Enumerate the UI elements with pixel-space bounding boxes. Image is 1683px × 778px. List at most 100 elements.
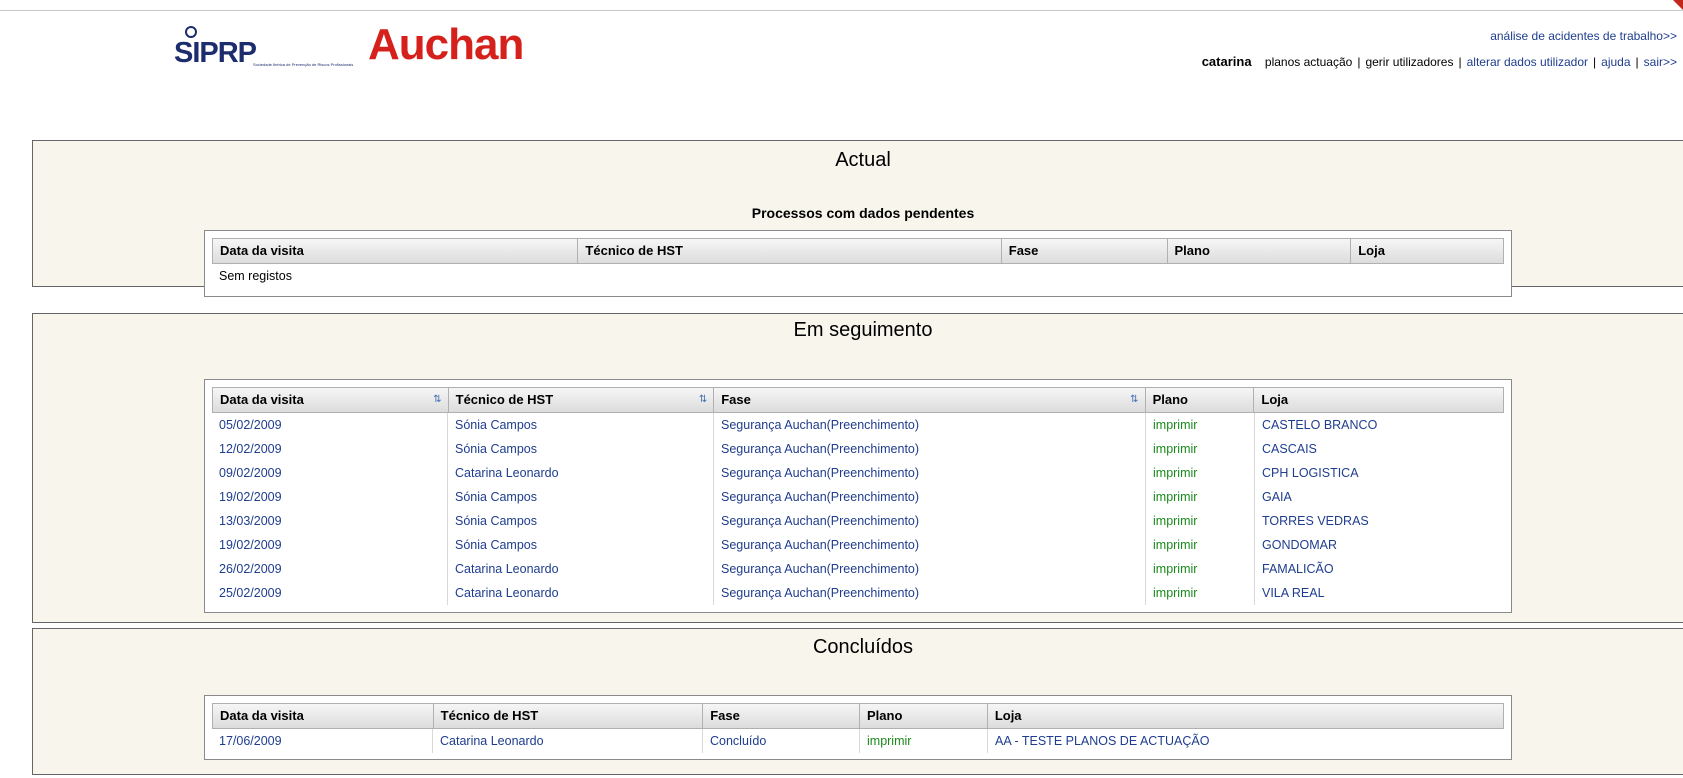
print-link[interactable]: imprimir [1146, 461, 1255, 485]
phase-link[interactable]: Segurança Auchan(Preenchimento) [714, 485, 1146, 509]
technician-link[interactable]: Sónia Campos [448, 509, 714, 533]
panel-subtitle: Processos com dados pendentes [751, 205, 975, 221]
visit-date-link[interactable]: 19/02/2009 [212, 533, 448, 557]
table-row: 13/03/2009 Sónia Campos Segurança Auchan(P… [212, 509, 1504, 533]
print-link[interactable]: imprimir [1146, 533, 1255, 557]
table-header: Data da visita Técnico de HST Fase Plano… [212, 703, 1504, 729]
table-row: 19/02/2009 Sónia Campos Segurança Auchan(P… [212, 533, 1504, 557]
seguimento-table: Data da visita ⇅ Técnico de HST ⇅ Fase ⇅ Pl… [204, 379, 1512, 613]
table-header: Data da visita ⇅ Técnico de HST ⇅ Fase ⇅ Pl… [212, 387, 1504, 413]
phase-link[interactable]: Segurança Auchan(Preenchimento) [714, 437, 1146, 461]
concluidos-table: Data da visita Técnico de HST Fase Plano… [204, 695, 1512, 760]
phase-link[interactable]: Segurança Auchan(Preenchimento) [714, 581, 1146, 605]
nav-ajuda[interactable]: ajuda [1601, 55, 1630, 69]
panel-concluidos: Concluídos Data da visita Técnico de HST… [32, 628, 1683, 775]
sort-arrows-icon[interactable]: ⇅ [433, 388, 441, 412]
technician-link[interactable]: Sónia Campos [448, 533, 714, 557]
print-link[interactable]: imprimir [1146, 413, 1255, 437]
column-header-plano: Plano [1146, 388, 1255, 412]
store-link[interactable]: FAMALICÃO [1255, 557, 1504, 581]
phase-link[interactable]: Segurança Auchan(Preenchimento) [714, 509, 1146, 533]
siprp-logo-text: SIPRP [174, 37, 257, 69]
visit-date-link[interactable]: 19/02/2009 [212, 485, 448, 509]
nav-alterar-dados[interactable]: alterar dados utilizador [1467, 55, 1588, 69]
visit-date-link[interactable]: 17/06/2009 [212, 729, 433, 753]
empty-message: Sem registos [219, 269, 292, 283]
panel-title: Em seguimento [793, 319, 933, 341]
table-row: 26/02/2009 Catarina Leonardo Segurança Auc… [212, 557, 1504, 581]
column-header-data-visita[interactable]: Data da visita ⇅ [213, 388, 449, 412]
nav-separator: | [1635, 55, 1639, 69]
phase-link[interactable]: Segurança Auchan(Preenchimento) [714, 413, 1146, 437]
print-link[interactable]: imprimir [860, 729, 988, 753]
store-link[interactable]: GONDOMAR [1255, 533, 1504, 557]
nav-planos-actuacao[interactable]: planos actuação [1265, 55, 1352, 69]
actual-table: Data da visita Técnico de HST Fase Plano… [204, 230, 1512, 297]
table-row-empty: Sem registos [212, 264, 1504, 288]
column-header-tecnico[interactable]: Técnico de HST ⇅ [449, 388, 715, 412]
nav-separator: | [1593, 55, 1597, 69]
store-link[interactable]: CASCAIS [1255, 437, 1504, 461]
column-header[interactable]: Data da visita [213, 239, 579, 263]
table-row: 05/02/2009 Sónia Campos Segurança Auchan(P… [212, 413, 1504, 437]
column-header: Plano [860, 704, 988, 728]
store-link[interactable]: CPH LOGISTICA [1255, 461, 1504, 485]
store-link[interactable]: TORRES VEDRAS [1255, 509, 1504, 533]
visit-date-link[interactable]: 09/02/2009 [212, 461, 448, 485]
nav-separator: | [1458, 55, 1462, 69]
siprp-logo: SIPRP Sociedade Ibérica de Prevenção de … [174, 22, 359, 74]
store-link[interactable]: AA - TESTE PLANOS DE ACTUAÇÃO [988, 729, 1504, 753]
column-header-fase[interactable]: Fase ⇅ [714, 388, 1146, 412]
column-header[interactable]: Fase [1002, 239, 1168, 263]
auchan-logo-text: Auchan [368, 20, 524, 69]
print-link[interactable]: imprimir [1146, 437, 1255, 461]
table-row: 09/02/2009 Catarina Leonardo Segurança Auc… [212, 461, 1504, 485]
table-row: 19/02/2009 Sónia Campos Segurança Auchan(P… [212, 485, 1504, 509]
phase-link[interactable]: Segurança Auchan(Preenchimento) [714, 557, 1146, 581]
column-header: Fase [703, 704, 860, 728]
column-header[interactable]: Loja [1351, 239, 1503, 263]
technician-link[interactable]: Catarina Leonardo [448, 581, 714, 605]
accident-analysis-link[interactable]: análise de acidentes de trabalho>> [1490, 29, 1677, 43]
technician-link[interactable]: Catarina Leonardo [433, 729, 703, 753]
visit-date-link[interactable]: 26/02/2009 [212, 557, 448, 581]
store-link[interactable]: GAIA [1255, 485, 1504, 509]
panel-title: Actual [835, 149, 891, 171]
technician-link[interactable]: Sónia Campos [448, 437, 714, 461]
auchan-logo: Auchan [368, 20, 558, 70]
table-row: 25/02/2009 Catarina Leonardo Segurança Auc… [212, 581, 1504, 605]
technician-link[interactable]: Catarina Leonardo [448, 557, 714, 581]
phase-link[interactable]: Segurança Auchan(Preenchimento) [714, 533, 1146, 557]
panel-em-seguimento: Em seguimento Data da visita ⇅ Técnico de… [32, 313, 1683, 623]
corner-accent [1673, 0, 1683, 10]
nav-separator: | [1357, 55, 1361, 69]
sort-arrows-icon[interactable]: ⇅ [1130, 388, 1138, 412]
panel-title: Concluídos [812, 636, 914, 658]
store-link[interactable]: VILA REAL [1255, 581, 1504, 605]
column-header-loja: Loja [1261, 392, 1289, 407]
technician-link[interactable]: Sónia Campos [448, 413, 714, 437]
sort-arrows-icon[interactable]: ⇅ [699, 388, 707, 412]
column-header[interactable]: Técnico de HST [578, 239, 1002, 263]
print-link[interactable]: imprimir [1146, 557, 1255, 581]
table-row: 12/02/2009 Sónia Campos Segurança Auchan(P… [212, 437, 1504, 461]
phase-link[interactable]: Concluído [703, 729, 860, 753]
column-header: Data da visita [213, 704, 434, 728]
visit-date-link[interactable]: 13/03/2009 [212, 509, 448, 533]
print-link[interactable]: imprimir [1146, 509, 1255, 533]
print-link[interactable]: imprimir [1146, 581, 1255, 605]
column-header: Loja [994, 708, 1022, 723]
user-nav: catarina planos actuação | gerir utilizado… [1202, 54, 1677, 69]
visit-date-link[interactable]: 05/02/2009 [212, 413, 448, 437]
column-header[interactable]: Plano [1168, 239, 1352, 263]
technician-link[interactable]: Sónia Campos [448, 485, 714, 509]
top-divider [0, 10, 1683, 11]
visit-date-link[interactable]: 12/02/2009 [212, 437, 448, 461]
nav-sair[interactable]: sair>> [1644, 55, 1677, 69]
phase-link[interactable]: Segurança Auchan(Preenchimento) [714, 461, 1146, 485]
technician-link[interactable]: Catarina Leonardo [448, 461, 714, 485]
visit-date-link[interactable]: 25/02/2009 [212, 581, 448, 605]
store-link[interactable]: CASTELO BRANCO [1255, 413, 1504, 437]
print-link[interactable]: imprimir [1146, 485, 1255, 509]
nav-gerir-utilizadores[interactable]: gerir utilizadores [1365, 55, 1453, 69]
